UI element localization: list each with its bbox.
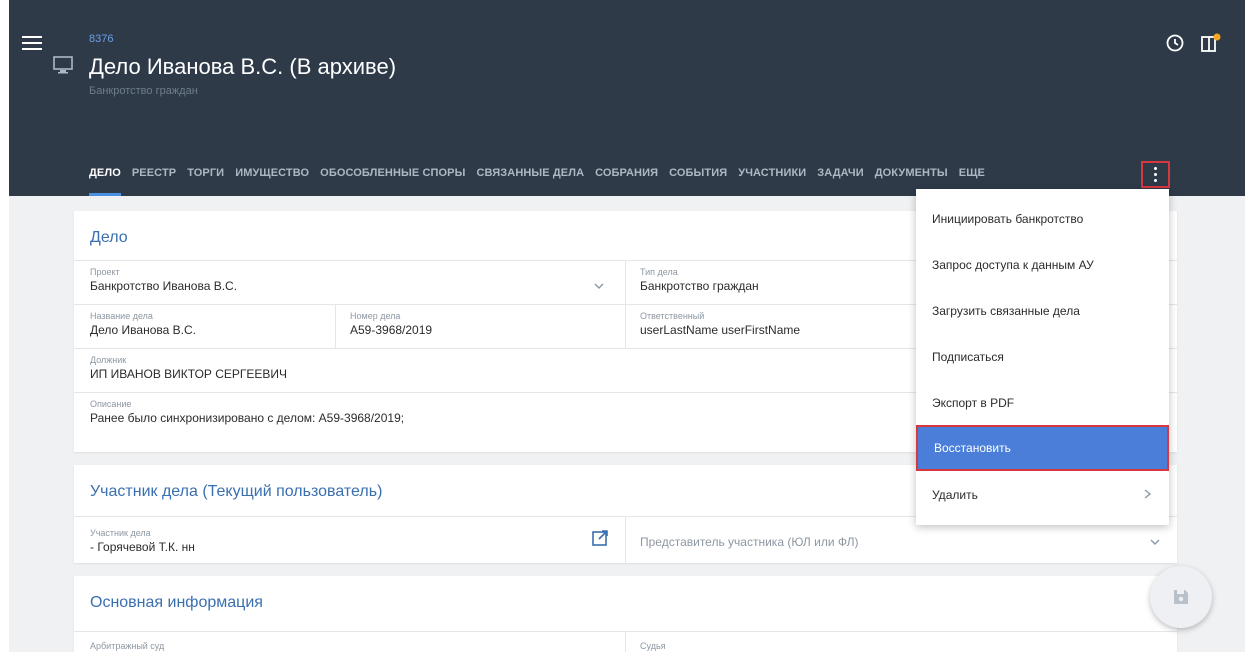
menu-item-delete[interactable]: Удалить: [916, 471, 1169, 519]
tab-torgi[interactable]: ТОРГИ: [187, 165, 224, 196]
main-info-card-title: Основная информация: [74, 576, 1177, 632]
responsible-value: userLastName userFirstName: [640, 323, 801, 337]
tab-uchastniki[interactable]: УЧАСТНИКИ: [738, 165, 806, 196]
project-field[interactable]: Проект Банкротство Иванова В.С.: [90, 267, 237, 293]
tab-sobytiya[interactable]: СОБЫТИЯ: [669, 165, 727, 196]
tab-imushchestvo[interactable]: ИМУЩЕСТВО: [235, 165, 309, 196]
debtor-field[interactable]: Должник ИП ИВАНОВ ВИКТОР СЕРГЕЕВИЧ: [90, 355, 287, 381]
menu-item-restore[interactable]: Восстановить: [916, 425, 1169, 471]
project-label: Проект: [90, 267, 120, 277]
more-options-button[interactable]: [1141, 161, 1170, 188]
court-row: Арбитражный суд Судья: [74, 632, 1177, 652]
chevron-down-icon[interactable]: [1150, 539, 1160, 545]
tab-svyazannye-dela[interactable]: СВЯЗАННЫЕ ДЕЛА: [476, 165, 584, 196]
participant-field[interactable]: Участник дела - Горячевой Т.К. нн: [90, 528, 195, 554]
tab-sobraniya[interactable]: СОБРАНИЯ: [595, 165, 658, 196]
debtor-label: Должник: [90, 355, 127, 365]
description-value: Ранее было синхронизировано с делом: А59…: [90, 411, 405, 425]
monitor-icon: [53, 56, 73, 74]
judge-label: Судья: [640, 641, 666, 651]
case-name-label: Название дела: [90, 311, 153, 321]
more-options-menu: Инициировать банкротство Запрос доступа …: [916, 189, 1169, 525]
case-id: 8376: [89, 33, 114, 45]
panel-notification-icon[interactable]: [1201, 33, 1221, 53]
clock-icon[interactable]: [1166, 34, 1184, 52]
menu-item-export-pdf[interactable]: Экспорт в PDF: [916, 380, 1169, 426]
main-info-card: Основная информация Арбитражный суд Судь…: [74, 576, 1177, 652]
chevron-right-icon: [1144, 489, 1151, 499]
description-field[interactable]: Описание Ранее было синхронизировано с д…: [90, 399, 404, 425]
case-type-field[interactable]: Тип дела Банкротство граждан: [640, 267, 759, 293]
participant-label: Участник дела: [90, 528, 151, 538]
tab-obosoblennye-spory[interactable]: ОБОСОБЛЕННЫЕ СПОРЫ: [320, 165, 465, 196]
court-label: Арбитражный суд: [90, 641, 165, 651]
tab-delo[interactable]: ДЕЛО: [89, 165, 121, 196]
debtor-value: ИП ИВАНОВ ВИКТОР СЕРГЕЕВИЧ: [90, 367, 288, 381]
case-type-label: Тип дела: [640, 267, 678, 277]
left-edge: [0, 0, 9, 652]
hamburger-menu-icon[interactable]: [22, 36, 42, 52]
project-value: Банкротство Иванова В.С.: [90, 279, 238, 293]
case-number-field[interactable]: Номер дела А59-3968/2019: [350, 311, 432, 337]
chevron-down-icon[interactable]: [594, 283, 604, 289]
menu-item-load-related-cases[interactable]: Загрузить связанные дела: [916, 288, 1169, 334]
judge-field[interactable]: Судья: [640, 641, 666, 651]
representative-select[interactable]: Представитель участника (ЮЛ или ФЛ): [640, 535, 858, 549]
participant-value: - Горячевой Т.К. нн: [90, 540, 195, 554]
case-subtitle: Банкротство граждан: [89, 85, 198, 97]
case-name-field[interactable]: Название дела Дело Иванова В.С.: [90, 311, 196, 337]
responsible-field[interactable]: Ответственный userLastName userFirstName: [640, 311, 800, 337]
open-external-icon[interactable]: [592, 530, 608, 546]
menu-item-initiate-bankruptcy[interactable]: Инициировать банкротство: [916, 196, 1169, 242]
save-icon: [1174, 590, 1188, 604]
description-label: Описание: [90, 399, 132, 409]
case-name-value: Дело Иванова В.С.: [90, 323, 196, 337]
menu-item-delete-label: Удалить: [932, 488, 978, 502]
page-title: Дело Иванова В.С. (В архиве): [89, 54, 397, 79]
app-header: 8376 Дело Иванова В.С. (В архиве) Банкро…: [0, 0, 1245, 652]
save-button[interactable]: [1150, 566, 1212, 628]
case-number-label: Номер дела: [350, 311, 401, 321]
tab-reestr[interactable]: РЕЕСТР: [132, 165, 176, 196]
court-field[interactable]: Арбитражный суд: [90, 641, 164, 651]
tab-zadachi[interactable]: ЗАДАЧИ: [817, 165, 863, 196]
more-vertical-icon: [1154, 166, 1157, 184]
tab-bar: ДЕЛО РЕЕСТР ТОРГИ ИМУЩЕСТВО ОБОСОБЛЕННЫЕ…: [89, 165, 996, 196]
menu-item-request-access[interactable]: Запрос доступа к данным АУ: [916, 242, 1169, 288]
responsible-label: Ответственный: [640, 311, 705, 321]
menu-item-subscribe[interactable]: Подписаться: [916, 334, 1169, 380]
case-number-value: А59-3968/2019: [350, 323, 433, 337]
case-type-value: Банкротство граждан: [640, 279, 759, 293]
